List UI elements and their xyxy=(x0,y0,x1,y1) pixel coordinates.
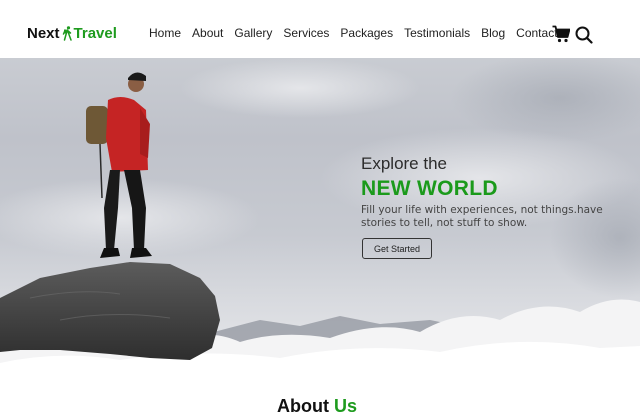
about-title: About Us xyxy=(0,396,634,417)
nav-testimonials[interactable]: Testimonials xyxy=(404,26,470,40)
about-title-part2: Us xyxy=(333,396,357,416)
brand-name-part1: Next xyxy=(27,24,60,42)
main-nav: Home About Gallery Services Packages Tes… xyxy=(149,24,569,42)
brand-logo[interactable]: Next Travel xyxy=(27,24,117,42)
nav-services[interactable]: Services xyxy=(283,26,329,40)
nav-about[interactable]: About xyxy=(192,26,223,40)
nav-home[interactable]: Home xyxy=(149,26,181,40)
nav-packages[interactable]: Packages xyxy=(340,26,393,40)
hero-description: Fill your life with experiences, not thi… xyxy=(361,204,603,229)
about-title-part1: About xyxy=(276,396,329,416)
about-section: About Us xyxy=(0,380,640,420)
brand-name-part2: Travel xyxy=(73,24,117,42)
site-header: Next Travel Home About Gallery Services … xyxy=(0,0,640,58)
get-started-button[interactable]: Get Started xyxy=(362,238,432,259)
hiker-icon xyxy=(62,25,72,41)
hero-title: NEW WORLD xyxy=(361,177,498,200)
nav-gallery[interactable]: Gallery xyxy=(234,26,272,40)
nav-blog[interactable]: Blog xyxy=(481,26,505,40)
hero-text-block: Explore the NEW WORLD Fill your life wit… xyxy=(361,154,621,230)
hero-kicker: Explore the xyxy=(361,154,447,173)
cart-icon[interactable] xyxy=(552,25,570,43)
hero-banner: Explore the NEW WORLD Fill your life wit… xyxy=(0,58,640,380)
search-icon[interactable] xyxy=(575,26,593,44)
